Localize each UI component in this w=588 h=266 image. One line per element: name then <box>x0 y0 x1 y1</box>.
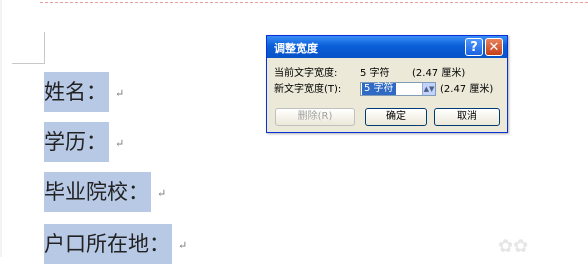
current-width-label: 当前文字宽度: <box>274 68 338 79</box>
new-width-spinner[interactable]: 5 字符 ▲▼ <box>360 82 436 96</box>
document-line-name[interactable]: 姓名： ↵ <box>44 72 124 112</box>
adjust-width-dialog[interactable]: 调整宽度 ? ✕ 当前文字宽度: 5 字符 (2.47 厘米) 新文字宽度(T): 5… <box>266 35 508 133</box>
watermark-logo-icon: ✿✿ <box>498 236 529 257</box>
paragraph-mark-icon: ↵ <box>178 238 188 252</box>
page-edge <box>0 0 2 257</box>
selected-text[interactable]: 户口所在地： <box>44 224 172 264</box>
current-width-value: 5 字符 <box>360 68 390 79</box>
margin-corner-mark-horizontal <box>12 63 44 64</box>
selected-text[interactable]: 毕业院校： <box>44 172 151 212</box>
document-line-hukou[interactable]: 户口所在地： ↵ <box>44 224 187 264</box>
page-border-dashed-line <box>40 2 588 3</box>
current-width-row: 当前文字宽度: 5 字符 (2.47 厘米) <box>274 66 465 82</box>
document-line-school[interactable]: 毕业院校： ↵ <box>44 172 166 212</box>
paragraph-mark-icon: ↵ <box>157 186 167 200</box>
paragraph-mark-icon: ↵ <box>115 86 125 100</box>
help-icon[interactable]: ? <box>465 38 483 56</box>
dialog-titlebar[interactable]: 调整宽度 ? ✕ <box>267 36 507 58</box>
dialog-title: 调整宽度 <box>274 42 318 55</box>
delete-button[interactable]: 删除(R) <box>275 108 355 126</box>
selected-text[interactable]: 学历： <box>44 122 109 162</box>
new-width-cm: (2.47 厘米) <box>440 84 494 95</box>
document-line-education[interactable]: 学历： ↵ <box>44 122 124 162</box>
new-width-row: 新文字宽度(T): 5 字符 ▲▼ (2.47 厘米) <box>274 82 493 98</box>
margin-corner-mark-vertical <box>44 32 45 64</box>
current-width-cm: (2.47 厘米) <box>412 68 466 79</box>
new-width-label: 新文字宽度(T): <box>274 84 342 95</box>
new-width-input-value[interactable]: 5 字符 <box>362 83 396 95</box>
spin-up-down-icon[interactable]: ▲▼ <box>422 83 435 95</box>
ok-button[interactable]: 确定 <box>365 108 427 126</box>
selected-text[interactable]: 姓名： <box>44 72 109 112</box>
close-icon[interactable]: ✕ <box>485 38 503 56</box>
paragraph-mark-icon: ↵ <box>115 136 125 150</box>
cancel-button[interactable]: 取消 <box>434 108 500 126</box>
